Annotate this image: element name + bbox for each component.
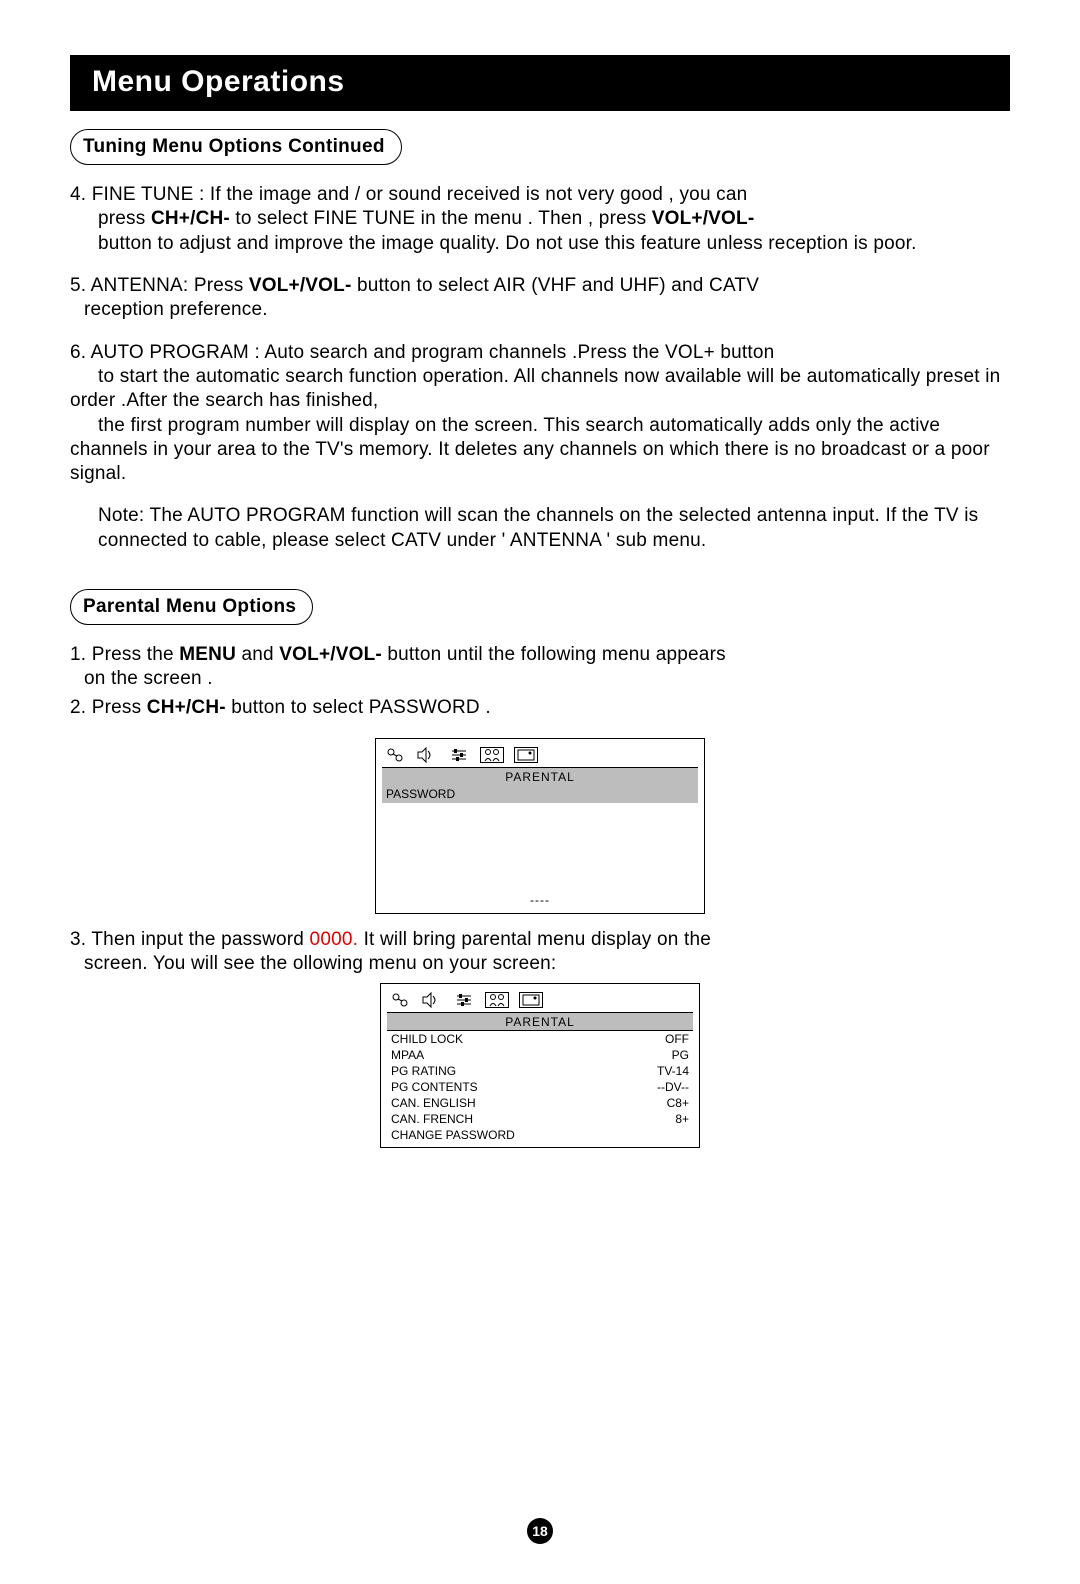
page-number: 18 bbox=[527, 1518, 553, 1544]
note-text: Note: The AUTO PROGRAM function will sca… bbox=[70, 504, 1010, 553]
text: on the screen . bbox=[70, 668, 213, 689]
osd-item-label: CHANGE PASSWORD bbox=[391, 1128, 515, 1142]
osd-item-value: TV-14 bbox=[657, 1064, 689, 1078]
bold-text: CH+/CH- bbox=[147, 697, 226, 718]
text: and bbox=[236, 644, 279, 665]
tuning-body: 4. FINE TUNE : If the image and / or sou… bbox=[70, 183, 1010, 553]
section-tuning-heading: Tuning Menu Options Continued bbox=[70, 129, 402, 165]
osd-password-row: PASSWORD bbox=[382, 785, 698, 803]
osd-header: PARENTAL bbox=[382, 767, 698, 785]
osd-header: PARENTAL bbox=[387, 1012, 693, 1030]
osd-item-value: OFF bbox=[665, 1032, 689, 1046]
osd-tab-icons bbox=[387, 990, 693, 1012]
bold-text: CH+/CH- bbox=[151, 208, 230, 229]
text: 5. ANTENNA: Press bbox=[70, 275, 249, 296]
text: reception preference. bbox=[70, 299, 268, 320]
parental-body: 1. Press the MENU and VOL+/VOL- button u… bbox=[70, 643, 1010, 720]
text: It will bring parental menu display on t… bbox=[358, 929, 711, 950]
bold-text: VOL+/VOL- bbox=[249, 275, 352, 296]
osd-menu-item: MPAA PG bbox=[387, 1047, 693, 1063]
bold-text: VOL+/VOL- bbox=[652, 208, 755, 229]
bold-text: MENU bbox=[179, 644, 236, 665]
osd-item-label: PG CONTENTS bbox=[391, 1080, 478, 1094]
manual-page: Menu Operations Tuning Menu Options Cont… bbox=[0, 0, 1080, 1584]
tuning-icon bbox=[453, 992, 475, 1008]
osd-item-value: --DV-- bbox=[657, 1080, 689, 1094]
text: press bbox=[98, 208, 151, 229]
osd-item-value: PG bbox=[672, 1048, 689, 1062]
text: 3. Then input the password bbox=[70, 929, 310, 950]
page-title: Menu Operations bbox=[70, 55, 1010, 111]
osd-menu-item: CAN. ENGLISH C8+ bbox=[387, 1095, 693, 1111]
picture-icon bbox=[384, 747, 406, 763]
osd-item-value: C8+ bbox=[667, 1096, 689, 1110]
text: 2. Press bbox=[70, 697, 147, 718]
parental-icon bbox=[480, 747, 504, 763]
text: to start the automatic search function o… bbox=[70, 366, 1000, 411]
picture-icon bbox=[389, 992, 411, 1008]
text: the first program number will display on… bbox=[70, 415, 990, 485]
osd-screenshot-password: PARENTAL PASSWORD ---- bbox=[375, 738, 705, 914]
text: screen. You will see the ollowing menu o… bbox=[70, 953, 556, 974]
osd-item-label: CAN. ENGLISH bbox=[391, 1096, 476, 1110]
setup-icon bbox=[514, 747, 538, 763]
osd-item-label: PG RATING bbox=[391, 1064, 456, 1078]
osd-menu-item: CAN. FRENCH 8+ bbox=[387, 1111, 693, 1127]
text: 6. AUTO PROGRAM : Auto search and progra… bbox=[70, 342, 774, 363]
osd-tab-icons bbox=[382, 745, 698, 767]
osd-menu-list: CHILD LOCK OFF MPAA PG PG RATING TV-14 PG C… bbox=[387, 1030, 693, 1143]
osd-screenshot-parental-menu: PARENTAL CHILD LOCK OFF MPAA PG PG RATING T… bbox=[380, 983, 700, 1148]
osd-item-label: CHILD LOCK bbox=[391, 1032, 463, 1046]
bold-text: VOL+/VOL- bbox=[279, 644, 382, 665]
parental-body-2: 3. Then input the password 0000. It will… bbox=[70, 928, 1010, 977]
sound-icon bbox=[416, 747, 438, 763]
osd-item-label: MPAA bbox=[391, 1048, 424, 1062]
osd-menu-item: CHILD LOCK OFF bbox=[387, 1031, 693, 1047]
setup-icon bbox=[519, 992, 543, 1008]
text: button until the following menu appears bbox=[382, 644, 726, 665]
osd-item-value: 8+ bbox=[675, 1112, 689, 1126]
sound-icon bbox=[421, 992, 443, 1008]
tuning-icon bbox=[448, 747, 470, 763]
parental-icon bbox=[485, 992, 509, 1008]
password-value: 0000. bbox=[310, 929, 359, 950]
text: 4. FINE TUNE : If the image and / or sou… bbox=[70, 184, 747, 205]
osd-menu-item: PG CONTENTS --DV-- bbox=[387, 1079, 693, 1095]
osd-menu-item: CHANGE PASSWORD bbox=[387, 1127, 693, 1143]
osd-menu-item: PG RATING TV-14 bbox=[387, 1063, 693, 1079]
osd-item-label: CAN. FRENCH bbox=[391, 1112, 473, 1126]
text: 1. Press the bbox=[70, 644, 179, 665]
text: to select FINE TUNE in the menu . Then ,… bbox=[230, 208, 652, 229]
text: button to select AIR (VHF and UHF) and C… bbox=[352, 275, 760, 296]
text: button to adjust and improve the image q… bbox=[70, 233, 917, 254]
section-parental-heading: Parental Menu Options bbox=[70, 589, 313, 625]
text: button to select PASSWORD . bbox=[226, 697, 491, 718]
osd-password-field: ---- bbox=[382, 893, 698, 909]
